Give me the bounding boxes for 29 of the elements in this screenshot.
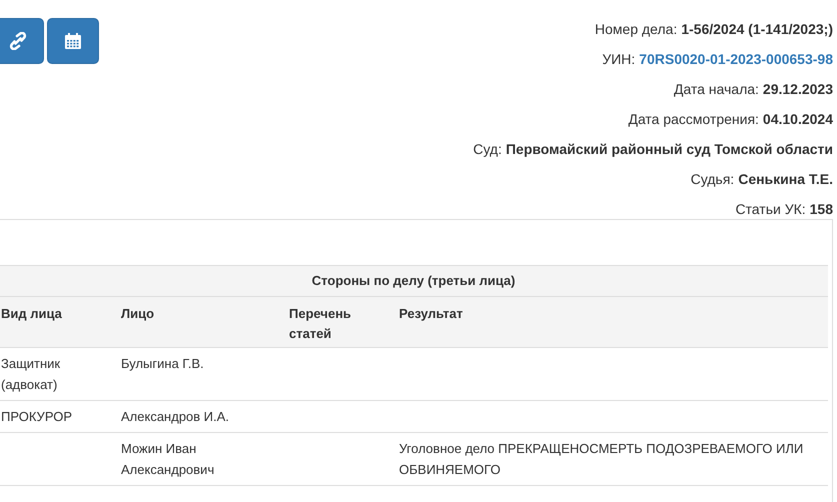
field-label: Дата начала: [674,80,759,99]
link-button[interactable] [0,18,44,64]
chain-link-icon [9,32,27,50]
table-cell: Уголовное дело ПРЕКРАЩЕНОСМЕРТЬ ПОДОЗРЕВАЕМОГО ИЛИ ОБВИНЯЕМОГО [399,441,804,477]
table-cell: ПРОКУРОР [1,409,72,424]
calendar-button[interactable] [47,18,99,64]
uin-link[interactable]: 70RS0020-01-2023-000653-98 [639,49,833,69]
field-label: Номер дела: [594,20,678,39]
field-value: 1-56/2024 (1-141/2023;) [681,20,833,39]
field-value: 04.10.2024 [762,110,833,129]
field-value: Сенькина Т.Е. [738,170,833,189]
table-cell: Булыгина Г.В. [121,356,204,371]
field-value: Первомайский районный суд Томской области [506,140,833,159]
column-header: Лицо [120,305,156,323]
field-value: 29.12.2023 [762,80,833,99]
column-header: Вид лица [0,305,63,323]
table-cell: Александров И.А. [121,409,230,424]
field-label: Дата рассмотрения: [628,110,759,129]
field-label: Статьи УК: [735,200,806,219]
table-cell: Защитник (адвокат) [1,356,60,392]
field-label: УИН: [602,50,636,69]
field-label: Судья: [690,170,734,189]
table-cell: Можин Иван Александрович [121,441,214,477]
field-value: 158 [810,200,833,219]
calendar-icon [64,32,82,50]
column-header: Перечень статей [288,305,352,343]
field-label: Суд: [473,140,502,159]
table-title: Стороны по делу (третьи лица) [0,265,828,297]
column-header: Результат [398,305,464,323]
